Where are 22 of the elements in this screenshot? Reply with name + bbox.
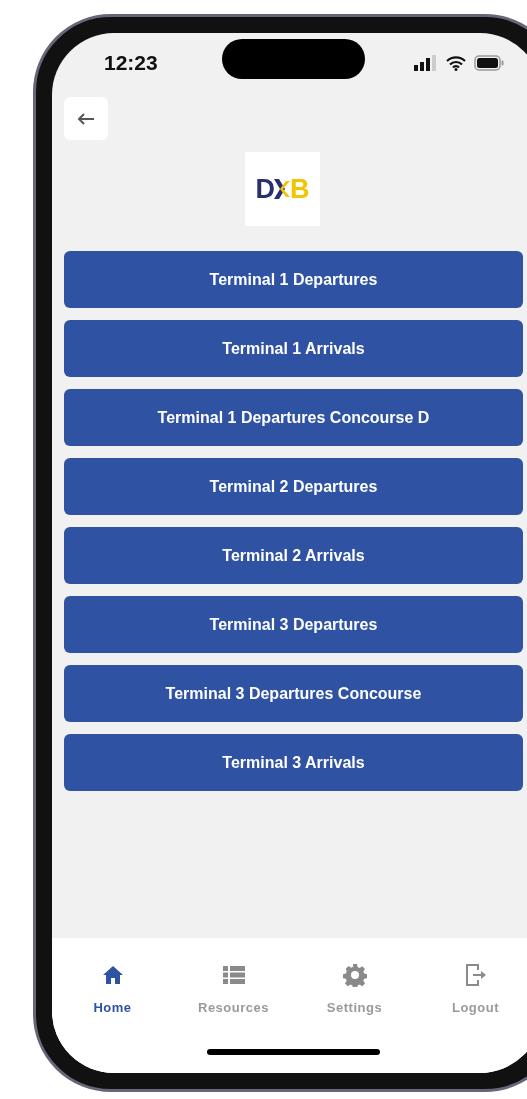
back-button[interactable]	[64, 97, 108, 140]
logo-letter: B	[290, 175, 309, 203]
terminal-button[interactable]: Terminal 3 Departures	[64, 596, 523, 653]
signal-icon	[414, 55, 438, 71]
terminal-button[interactable]: Terminal 1 Departures	[64, 251, 523, 308]
logo-arrow-icon	[274, 178, 290, 200]
wifi-icon	[446, 55, 466, 71]
logo-letter: D	[255, 175, 274, 203]
home-icon	[101, 965, 124, 985]
tab-bar-item[interactable]: Home	[52, 962, 173, 1022]
battery-icon	[474, 55, 504, 71]
list-icon	[222, 966, 245, 984]
settings-icon	[342, 963, 367, 987]
terminal-button[interactable]: Terminal 3 Arrivals	[64, 734, 523, 791]
terminal-button[interactable]: Terminal 3 Departures Concourse	[64, 665, 523, 722]
status-time: 12:23	[104, 50, 158, 77]
terminal-button[interactable]: Terminal 1 Departures Concourse D	[64, 389, 523, 446]
back-arrow-icon	[77, 112, 95, 125]
terminal-button[interactable]: Terminal 2 Departures	[64, 458, 523, 515]
logout-icon	[464, 963, 487, 987]
terminal-button[interactable]: Terminal 2 Arrivals	[64, 527, 523, 584]
terminal-button[interactable]: Terminal 1 Arrivals	[64, 320, 523, 377]
